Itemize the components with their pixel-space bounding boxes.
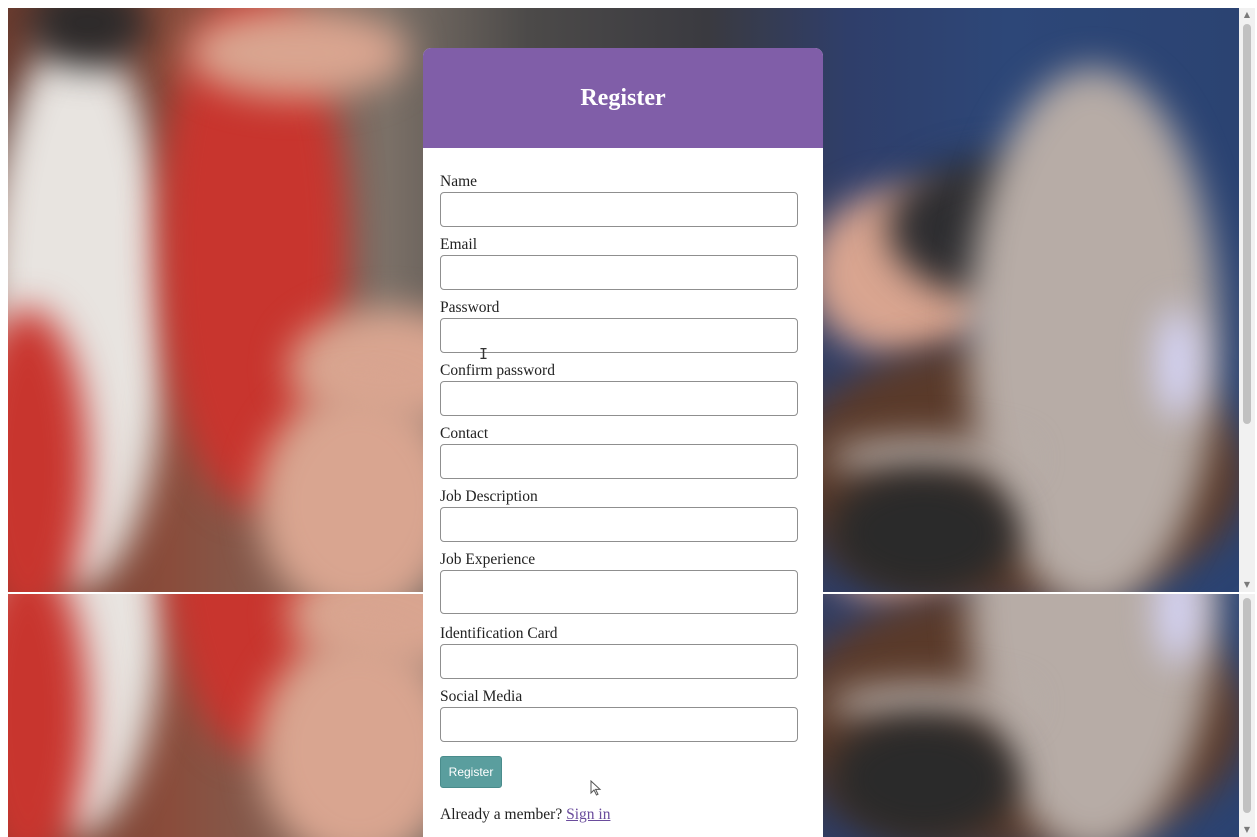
job-experience-input[interactable] xyxy=(440,570,798,614)
vertical-scrollbar[interactable]: ▲ ▼ xyxy=(1239,8,1255,592)
scroll-thumb-lower[interactable] xyxy=(1243,598,1251,813)
card-header: Register xyxy=(423,48,823,148)
identification-card-input[interactable] xyxy=(440,644,798,679)
mouse-pointer-icon xyxy=(590,780,602,796)
name-label: Name xyxy=(440,173,478,190)
password-input[interactable] xyxy=(440,318,798,353)
text-cursor-icon: I xyxy=(479,345,489,363)
signin-link[interactable]: Sign in xyxy=(566,806,610,823)
scroll-down-icon[interactable]: ▼ xyxy=(1239,578,1255,592)
password-label: Password xyxy=(440,299,500,316)
register-button[interactable]: Register xyxy=(440,756,502,788)
register-card: Register Name Email Password Confirm pas… xyxy=(423,48,823,837)
job-experience-label: Job Experience xyxy=(440,551,536,568)
email-label: Email xyxy=(440,236,478,253)
job-description-label: Job Description xyxy=(440,488,538,505)
social-media-input[interactable] xyxy=(440,707,798,742)
social-media-label: Social Media xyxy=(440,688,523,705)
name-input[interactable] xyxy=(440,192,798,227)
confirm-password-input[interactable] xyxy=(440,381,798,416)
email-input[interactable] xyxy=(440,255,798,290)
job-description-input[interactable] xyxy=(440,507,798,542)
identification-card-label: Identification Card xyxy=(440,625,558,642)
scroll-up-icon[interactable]: ▲ xyxy=(1239,8,1255,22)
contact-label: Contact xyxy=(440,425,489,442)
scroll-thumb[interactable] xyxy=(1243,24,1251,424)
vertical-scrollbar-lower[interactable]: ▼ xyxy=(1239,594,1255,837)
confirm-password-label: Confirm password xyxy=(440,362,555,379)
contact-input[interactable] xyxy=(440,444,798,479)
signin-prompt: Already a member? Sign in xyxy=(440,806,798,824)
form-title: Register xyxy=(580,84,666,111)
signin-prompt-text: Already a member? xyxy=(440,806,567,823)
register-form: Name Email Password Confirm password Con… xyxy=(423,148,823,824)
scroll-down-icon-lower[interactable]: ▼ xyxy=(1239,823,1255,837)
